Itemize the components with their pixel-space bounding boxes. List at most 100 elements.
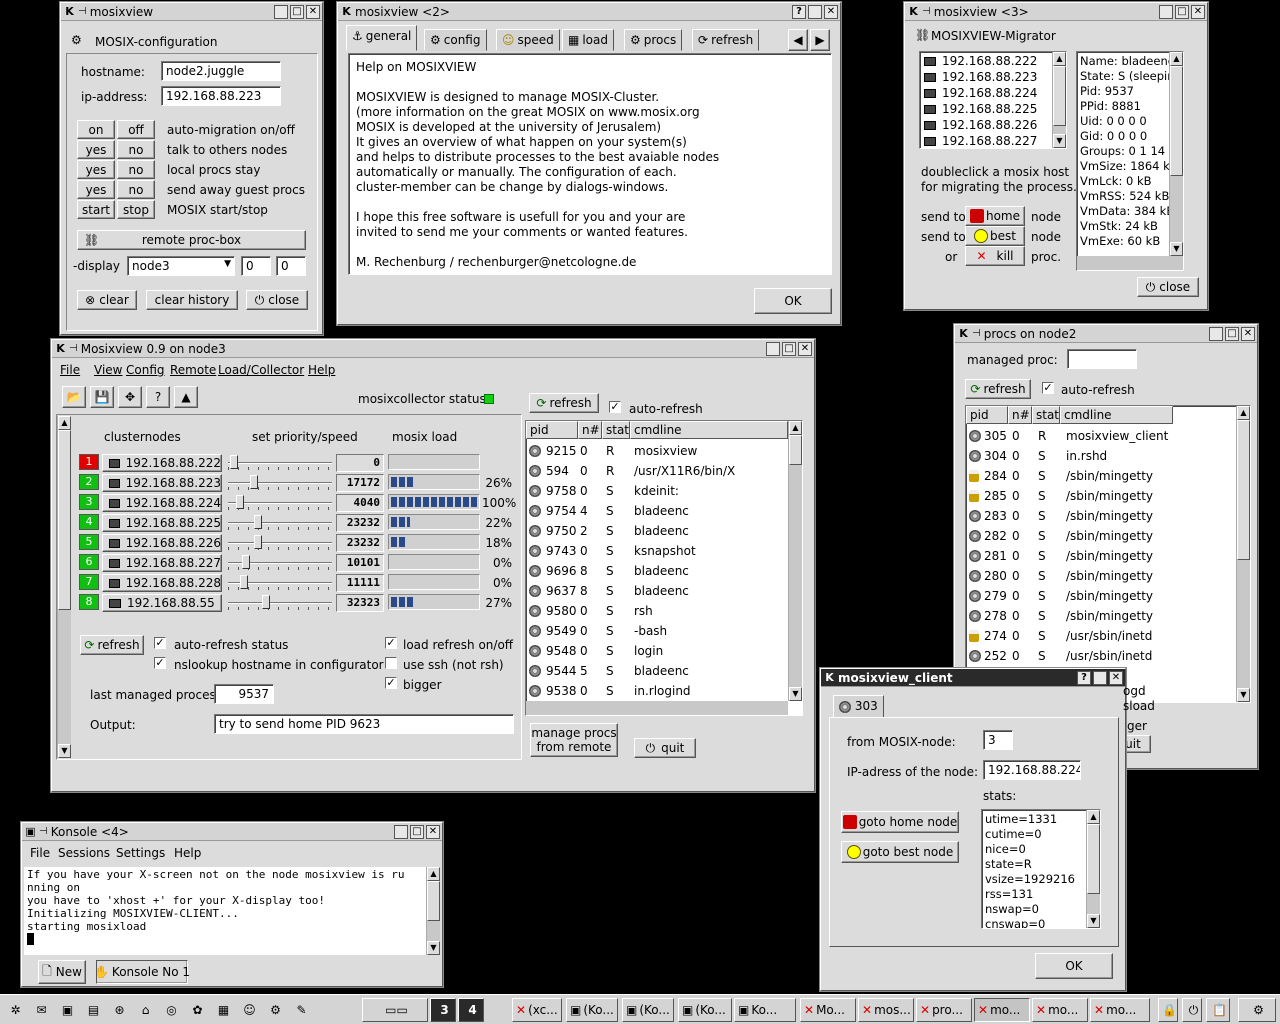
- help-button[interactable]: ?: [1077, 670, 1091, 685]
- table-row[interactable]: 274 0 S/usr/sbin/inetd: [966, 626, 1236, 646]
- lock-icon[interactable]: 🔒: [1158, 998, 1178, 1022]
- send-best-button[interactable]: best: [965, 226, 1025, 246]
- menu-help[interactable]: Help: [308, 363, 335, 377]
- minimize-button[interactable]: [808, 4, 822, 19]
- clipboard-icon[interactable]: 📋: [1206, 998, 1230, 1022]
- menu-view[interactable]: View: [94, 363, 122, 377]
- procs-auto-refresh-checkbox[interactable]: ✓: [1042, 382, 1054, 394]
- kde-icon[interactable]: K: [907, 5, 920, 18]
- help-button[interactable]: ?: [792, 4, 806, 19]
- scroll-down-icon[interactable]: ▼: [427, 941, 440, 955]
- toggle-on-button[interactable]: on: [77, 120, 115, 139]
- procs-titlebar[interactable]: K ⊣ procs on node2 □ ✕: [955, 325, 1257, 343]
- client-ok-button[interactable]: OK: [1035, 953, 1113, 979]
- close-button[interactable]: ✕: [1241, 326, 1255, 341]
- node-button[interactable]: 192.168.88.227: [102, 554, 222, 572]
- table-row[interactable]: 278 0 S/sbin/mingetty: [966, 606, 1236, 626]
- ip-node-field[interactable]: 192.168.88.224: [983, 760, 1081, 780]
- clear-history-button[interactable]: clear history: [146, 290, 238, 310]
- terminal-scrollbar[interactable]: ▲ ▼: [426, 867, 440, 955]
- table-row[interactable]: 594 0 R/usr/X11R6/bin/X: [526, 461, 788, 481]
- close-button[interactable]: ✕: [798, 341, 812, 356]
- home-icon[interactable]: ⌂: [132, 998, 156, 1022]
- proc-hscrollbar[interactable]: [526, 701, 788, 715]
- scroll-thumb[interactable]: [1170, 66, 1183, 176]
- task-button[interactable]: ✕ Mo...: [800, 998, 856, 1022]
- priority-slider[interactable]: [228, 474, 332, 492]
- table-row[interactable]: 9215 0 Rmosixview: [526, 441, 788, 461]
- from-node-field[interactable]: 3: [983, 730, 1013, 750]
- col-pid[interactable]: pid: [966, 406, 1008, 424]
- priority-slider[interactable]: [228, 454, 332, 472]
- office-icon[interactable]: ▦: [210, 998, 234, 1022]
- table-row[interactable]: 305 0 Rmosixview_client: [966, 426, 1236, 446]
- slider-handle[interactable]: [242, 555, 250, 569]
- use-ssh-checkbox[interactable]: [385, 657, 397, 669]
- load-refresh-checkbox[interactable]: ✓: [385, 637, 397, 649]
- window-list-icon[interactable]: ✉: [28, 998, 52, 1022]
- browser-icon[interactable]: ◎: [158, 998, 182, 1022]
- menu-sessions[interactable]: Sessions: [58, 846, 110, 860]
- proc-auto-refresh-checkbox[interactable]: ✓: [609, 401, 621, 413]
- col-pid[interactable]: pid: [526, 421, 578, 439]
- scroll-up-icon[interactable]: ▲: [1237, 406, 1250, 420]
- priority-slider[interactable]: [228, 494, 332, 512]
- node-button[interactable]: 192.168.88.55: [102, 594, 222, 612]
- scroll-up-icon[interactable]: ▲: [1053, 52, 1066, 66]
- show-desktop-icon[interactable]: ▣: [54, 998, 78, 1022]
- scroll-up-icon[interactable]: ▲: [1087, 810, 1100, 824]
- open-folder-icon[interactable]: 📂: [62, 386, 86, 408]
- toggle-on-button[interactable]: yes: [77, 160, 115, 179]
- client-titlebar[interactable]: Kmosixview_client? ✕: [821, 669, 1125, 687]
- slider-handle[interactable]: [262, 595, 270, 609]
- toggle-on-button[interactable]: yes: [77, 140, 115, 159]
- menu-remote[interactable]: Remote: [170, 363, 216, 377]
- pin-icon[interactable]: ⊣: [69, 343, 78, 354]
- info-hscrollbar[interactable]: [1077, 256, 1183, 270]
- node-button[interactable]: 192.168.88.222: [102, 454, 222, 472]
- scroll-down-icon[interactable]: ▼: [1170, 242, 1183, 256]
- col-stat[interactable]: stat: [1032, 406, 1060, 424]
- task-button[interactable]: ▣ (Ko...: [622, 998, 674, 1022]
- col-node[interactable]: n#: [1008, 406, 1032, 424]
- output-field[interactable]: try to send home PID 9623: [214, 714, 514, 734]
- host-item[interactable]: 192.168.88.227: [924, 134, 1037, 148]
- help-ok-button[interactable]: OK: [754, 288, 832, 314]
- task-button[interactable]: ✕ mo...: [974, 998, 1030, 1022]
- table-row[interactable]: 9758 0 Skdeinit:: [526, 481, 788, 501]
- task-button[interactable]: ✕ mo...: [1032, 998, 1088, 1022]
- kde-menu-icon[interactable]: ✲: [2, 998, 26, 1022]
- toggle-on-button[interactable]: start: [77, 200, 115, 219]
- maximize-button[interactable]: □: [410, 824, 424, 839]
- menu-load-collector[interactable]: Load/Collector: [218, 363, 304, 377]
- slider-handle[interactable]: [240, 575, 248, 589]
- toggle-off-button[interactable]: no: [117, 140, 155, 159]
- menu-settings[interactable]: Settings: [116, 846, 165, 860]
- host-item[interactable]: 192.168.88.225: [924, 102, 1037, 116]
- scroll-up-icon[interactable]: ▲: [427, 867, 440, 881]
- scroll-up-icon[interactable]: ▲: [1170, 52, 1183, 66]
- desktop-pager-preview[interactable]: ▭▭: [362, 998, 428, 1022]
- tab-scroll-right-icon[interactable]: ▶: [810, 29, 830, 51]
- task-button[interactable]: ✕ mos...: [858, 998, 914, 1022]
- task-button[interactable]: ▣ (Ko...: [566, 998, 618, 1022]
- table-row[interactable]: 9696 8 Sbladeenc: [526, 561, 788, 581]
- priority-slider[interactable]: [228, 574, 332, 592]
- host-item[interactable]: 192.168.88.224: [924, 86, 1037, 100]
- mail-icon[interactable]: ✿: [184, 998, 208, 1022]
- table-row[interactable]: 9637 8 Sbladeenc: [526, 581, 788, 601]
- scroll-thumb[interactable]: [427, 881, 440, 921]
- settings-icon[interactable]: ⚙: [262, 998, 286, 1022]
- editor-icon[interactable]: ✎: [288, 998, 312, 1022]
- kde-icon[interactable]: K: [63, 5, 76, 18]
- tab-scroll-left-icon[interactable]: ◀: [788, 29, 808, 51]
- proc-refresh-button[interactable]: ⟳ refresh: [529, 393, 599, 413]
- whats-this-icon[interactable]: ?: [146, 386, 170, 408]
- main-titlebar[interactable]: K ⊣ Mosixview 0.9 on node3 □ ✕: [52, 340, 814, 358]
- desktop-4[interactable]: 4: [458, 998, 484, 1022]
- minimize-button[interactable]: [766, 341, 780, 356]
- task-button[interactable]: ▣ (Ko...: [678, 998, 732, 1022]
- table-row[interactable]: 9580 0 Srsh: [526, 601, 788, 621]
- tab-procs[interactable]: ⚙ procs: [624, 29, 683, 51]
- maximize-button[interactable]: □: [1175, 4, 1189, 19]
